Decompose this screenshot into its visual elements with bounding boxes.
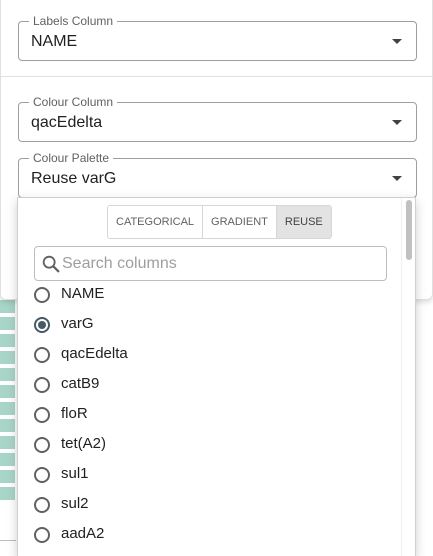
option-aada2[interactable]: aadA2 <box>18 520 404 550</box>
legend-tile <box>0 385 15 398</box>
colour-column-select[interactable]: Colour Column qacEdelta <box>18 95 417 142</box>
option-label: tet(A2) <box>61 435 107 452</box>
radio-unchecked-icon[interactable] <box>34 437 50 453</box>
background-legend-tiles <box>0 300 16 510</box>
option-flor[interactable]: floR <box>18 400 404 430</box>
palette-dropdown-menu: CATEGORICAL GRADIENT REUSE NAME varG qac… <box>17 197 416 556</box>
caret-down-icon <box>392 120 402 125</box>
legend-tile <box>0 351 15 364</box>
radio-unchecked-icon[interactable] <box>34 407 50 423</box>
scrollbar-thumb[interactable] <box>406 200 412 260</box>
option-sul1[interactable]: sul1 <box>18 460 404 490</box>
radio-unchecked-icon[interactable] <box>34 377 50 393</box>
colour-palette-label: Colour Palette <box>29 151 114 165</box>
legend-tile <box>0 436 15 449</box>
tab-categorical[interactable]: CATEGORICAL <box>108 206 204 238</box>
legend-tile <box>0 419 15 432</box>
radio-unchecked-icon[interactable] <box>34 287 50 303</box>
option-label: sul2 <box>61 495 89 512</box>
option-label: qacEdelta <box>61 345 128 362</box>
caret-down-icon <box>392 176 402 181</box>
section-divider <box>1 76 433 77</box>
radio-unchecked-icon[interactable] <box>34 527 50 543</box>
legend-tile <box>0 334 15 347</box>
caret-down-icon <box>392 39 402 44</box>
option-label: floR <box>61 405 88 422</box>
option-qacedelta[interactable]: qacEdelta <box>18 340 404 370</box>
background-divider <box>0 540 16 541</box>
legend-tile <box>0 368 15 381</box>
legend-tile <box>0 470 15 483</box>
colour-column-value: qacEdelta <box>31 114 103 131</box>
option-teta2[interactable]: tet(A2) <box>18 430 404 460</box>
option-label: NAME <box>61 285 105 302</box>
legend-tile <box>0 317 15 330</box>
radio-unchecked-icon[interactable] <box>34 467 50 483</box>
search-columns-input[interactable] <box>62 253 380 275</box>
search-icon <box>42 255 60 273</box>
option-label: catB9 <box>61 375 100 392</box>
option-name[interactable]: NAME <box>18 280 404 310</box>
tab-gradient[interactable]: GRADIENT <box>203 206 277 238</box>
labels-column-label: Labels Column <box>29 14 118 28</box>
radio-unchecked-icon[interactable] <box>34 347 50 363</box>
option-varg[interactable]: varG <box>18 310 404 340</box>
option-label: varG <box>61 315 94 332</box>
colour-palette-value: Reuse varG <box>31 170 117 187</box>
legend-tile <box>0 453 15 466</box>
option-label: aadA2 <box>61 525 105 542</box>
radio-unchecked-icon[interactable] <box>34 497 50 513</box>
legend-tile <box>0 402 15 415</box>
option-sul2[interactable]: sul2 <box>18 490 404 520</box>
colour-column-label: Colour Column <box>29 95 118 109</box>
legend-tile <box>0 487 15 500</box>
search-box <box>34 246 387 281</box>
labels-column-select[interactable]: Labels Column NAME <box>18 14 417 61</box>
option-catb9[interactable]: catB9 <box>18 370 404 400</box>
labels-column-value: NAME <box>31 33 78 50</box>
option-label: sul1 <box>61 465 89 482</box>
tab-reuse[interactable]: REUSE <box>276 206 331 238</box>
palette-type-toggle: CATEGORICAL GRADIENT REUSE <box>107 205 332 239</box>
radio-checked-icon[interactable] <box>34 317 50 333</box>
colour-palette-select[interactable]: Colour Palette Reuse varG <box>18 151 417 198</box>
legend-tile <box>0 300 15 313</box>
dropdown-scrollbar[interactable] <box>401 198 415 556</box>
